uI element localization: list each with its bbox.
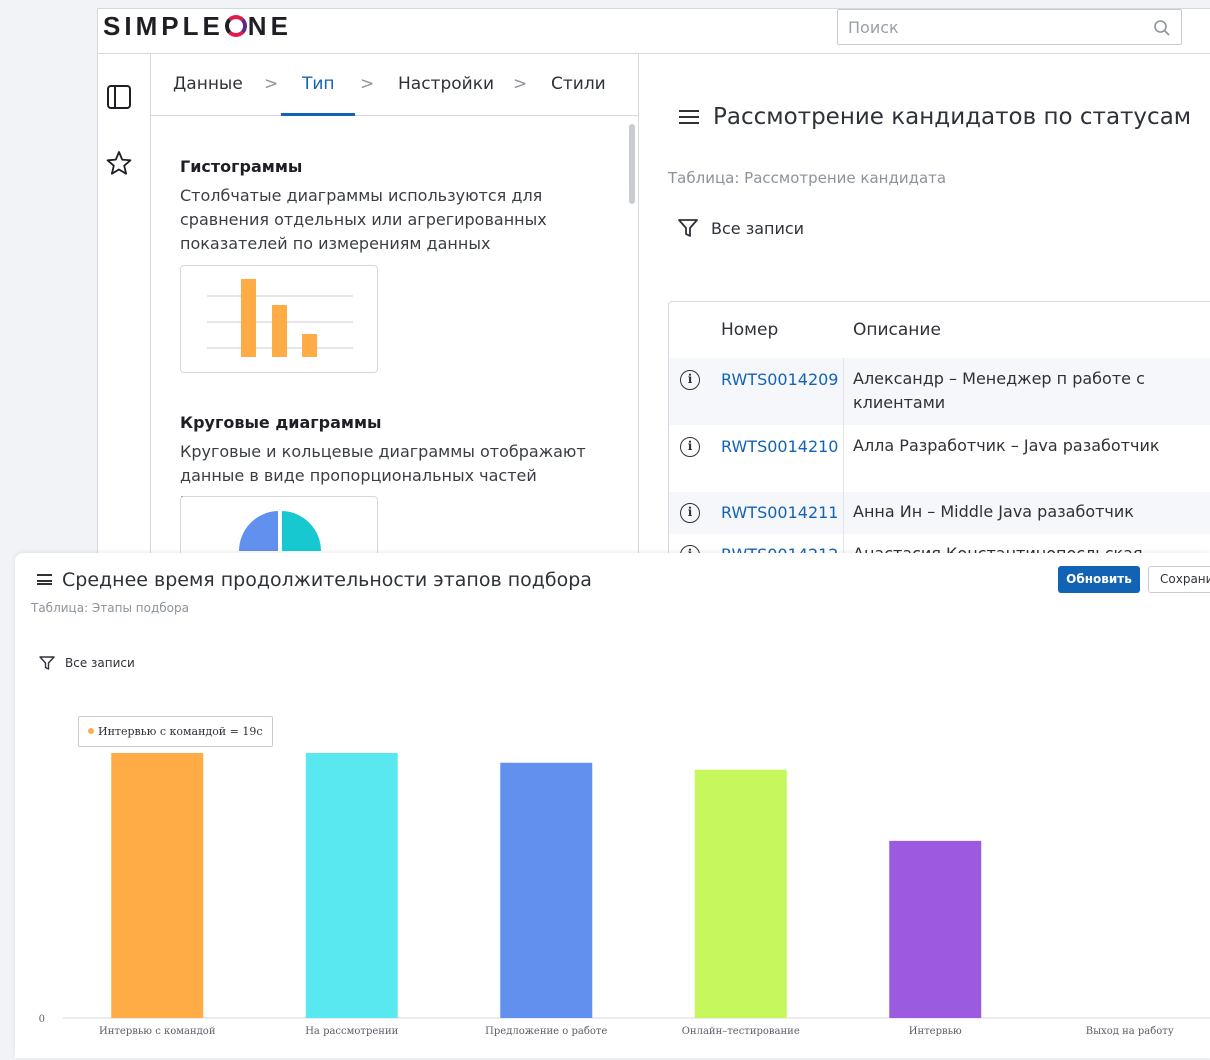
step-settings[interactable]: Настройки (398, 74, 494, 94)
chevron-right-icon: > (264, 74, 279, 94)
x-tick-label: Интервью с командой (99, 1026, 216, 1037)
series-dot-icon (88, 728, 94, 734)
bar-chart: 0 Интервью с командой На рассмотрении Предл… (39, 753, 1210, 1037)
logo-ring-icon (224, 15, 247, 37)
x-tick-label: Онлайн–тестирование (682, 1026, 800, 1037)
step-data[interactable]: Данные (173, 74, 243, 94)
left-rail (98, 54, 151, 568)
records-table: Номер Описание i RWTS0014209 Александр –… (668, 301, 1210, 568)
top-bar: SIMPLE NE Поиск (98, 9, 1210, 54)
filter-icon (678, 219, 698, 237)
record-number-link[interactable]: RWTS0014210 (721, 437, 838, 456)
filter-label: Все записи (711, 219, 805, 238)
record-description: Анна Ин – Middle Java разаботчик (853, 502, 1134, 521)
scrollbar[interactable] (629, 124, 635, 204)
type-histogram[interactable]: Гистограммы Столбчатые диаграммы использ… (180, 157, 600, 256)
x-tick-label: Предложение о работе (485, 1026, 607, 1037)
chart-bar[interactable] (305, 753, 398, 1018)
x-tick-label: На рассмотрении (305, 1026, 398, 1037)
star-icon[interactable] (106, 150, 132, 176)
table-row[interactable]: i RWTS0014210 Алла Разработчик – Java ра… (669, 425, 1210, 492)
filter-condition[interactable]: Все записи (677, 217, 804, 241)
table-row[interactable]: i RWTS0014209 Александр – Менеджер п раб… (669, 358, 1210, 425)
chart-report-window: Среднее время продолжительности этапов п… (15, 553, 1210, 1058)
info-icon[interactable]: i (680, 503, 700, 523)
step-type[interactable]: Тип (302, 74, 335, 94)
chart-wizard: Данные > Тип > Настройки > Стили Гистогр… (151, 54, 639, 568)
x-tick-label: Выход на работу (1086, 1026, 1174, 1037)
active-step-indicator (281, 113, 355, 116)
simpleone-logo[interactable]: SIMPLE NE (103, 11, 292, 42)
sidebar-toggle-icon[interactable] (106, 84, 132, 110)
search-placeholder: Поиск (848, 18, 899, 37)
report-title: Рассмотрение кандидатов по статусам (713, 104, 1192, 130)
chart-bar[interactable] (694, 769, 787, 1018)
chevron-right-icon: > (513, 74, 528, 94)
tooltip-text: Интервью с командой = 19с (98, 725, 263, 738)
search-icon (1154, 20, 1170, 36)
report-preview: Рассмотрение кандидатов по статусам Табл… (639, 54, 1210, 568)
y-tick-label: 0 (39, 1014, 45, 1025)
step-styles[interactable]: Стили (551, 74, 606, 94)
table-row[interactable]: i RWTS0014211 Анна Ин – Middle Java раза… (669, 492, 1210, 534)
logo-text-start: SIMPLE (103, 11, 224, 41)
record-description: Алла Разработчик – Java разаботчик (853, 436, 1160, 455)
wizard-steps: Данные > Тип > Настройки > Стили (151, 54, 638, 116)
record-number-link[interactable]: RWTS0014209 (721, 370, 838, 389)
column-header-description[interactable]: Описание (853, 320, 941, 340)
report-builder-window: SIMPLE NE Поиск Данные > Тип > Настройки … (97, 8, 1210, 568)
chart-bar[interactable] (889, 840, 982, 1018)
type-description: Столбчатые диаграммы используются для ср… (180, 186, 547, 253)
type-title: Гистограммы (180, 157, 303, 176)
chevron-right-icon: > (360, 74, 375, 94)
info-icon[interactable]: i (680, 370, 700, 390)
chart-tooltip: Интервью с командой = 19с (78, 716, 273, 747)
search-input[interactable]: Поиск (837, 9, 1182, 45)
histogram-preview[interactable] (180, 265, 378, 373)
logo-text-end: NE (247, 11, 292, 41)
cell-divider (843, 492, 844, 534)
cell-divider (843, 358, 844, 425)
chart-bar[interactable] (111, 753, 204, 1018)
info-icon[interactable]: i (680, 437, 700, 457)
column-header-number[interactable]: Номер (721, 320, 778, 340)
record-description: Александр – Менеджер п работе с клиентам… (853, 369, 1145, 412)
cell-divider (843, 425, 844, 492)
type-title: Круговые диаграммы (180, 413, 382, 432)
bar-chart-icon (207, 279, 353, 357)
record-number-link[interactable]: RWTS0014211 (721, 503, 838, 522)
x-tick-label: Интервью (909, 1026, 962, 1037)
report-subtitle: Таблица: Рассмотрение кандидата (668, 169, 947, 187)
menu-icon[interactable] (679, 110, 699, 124)
chart-bar[interactable] (500, 762, 593, 1018)
